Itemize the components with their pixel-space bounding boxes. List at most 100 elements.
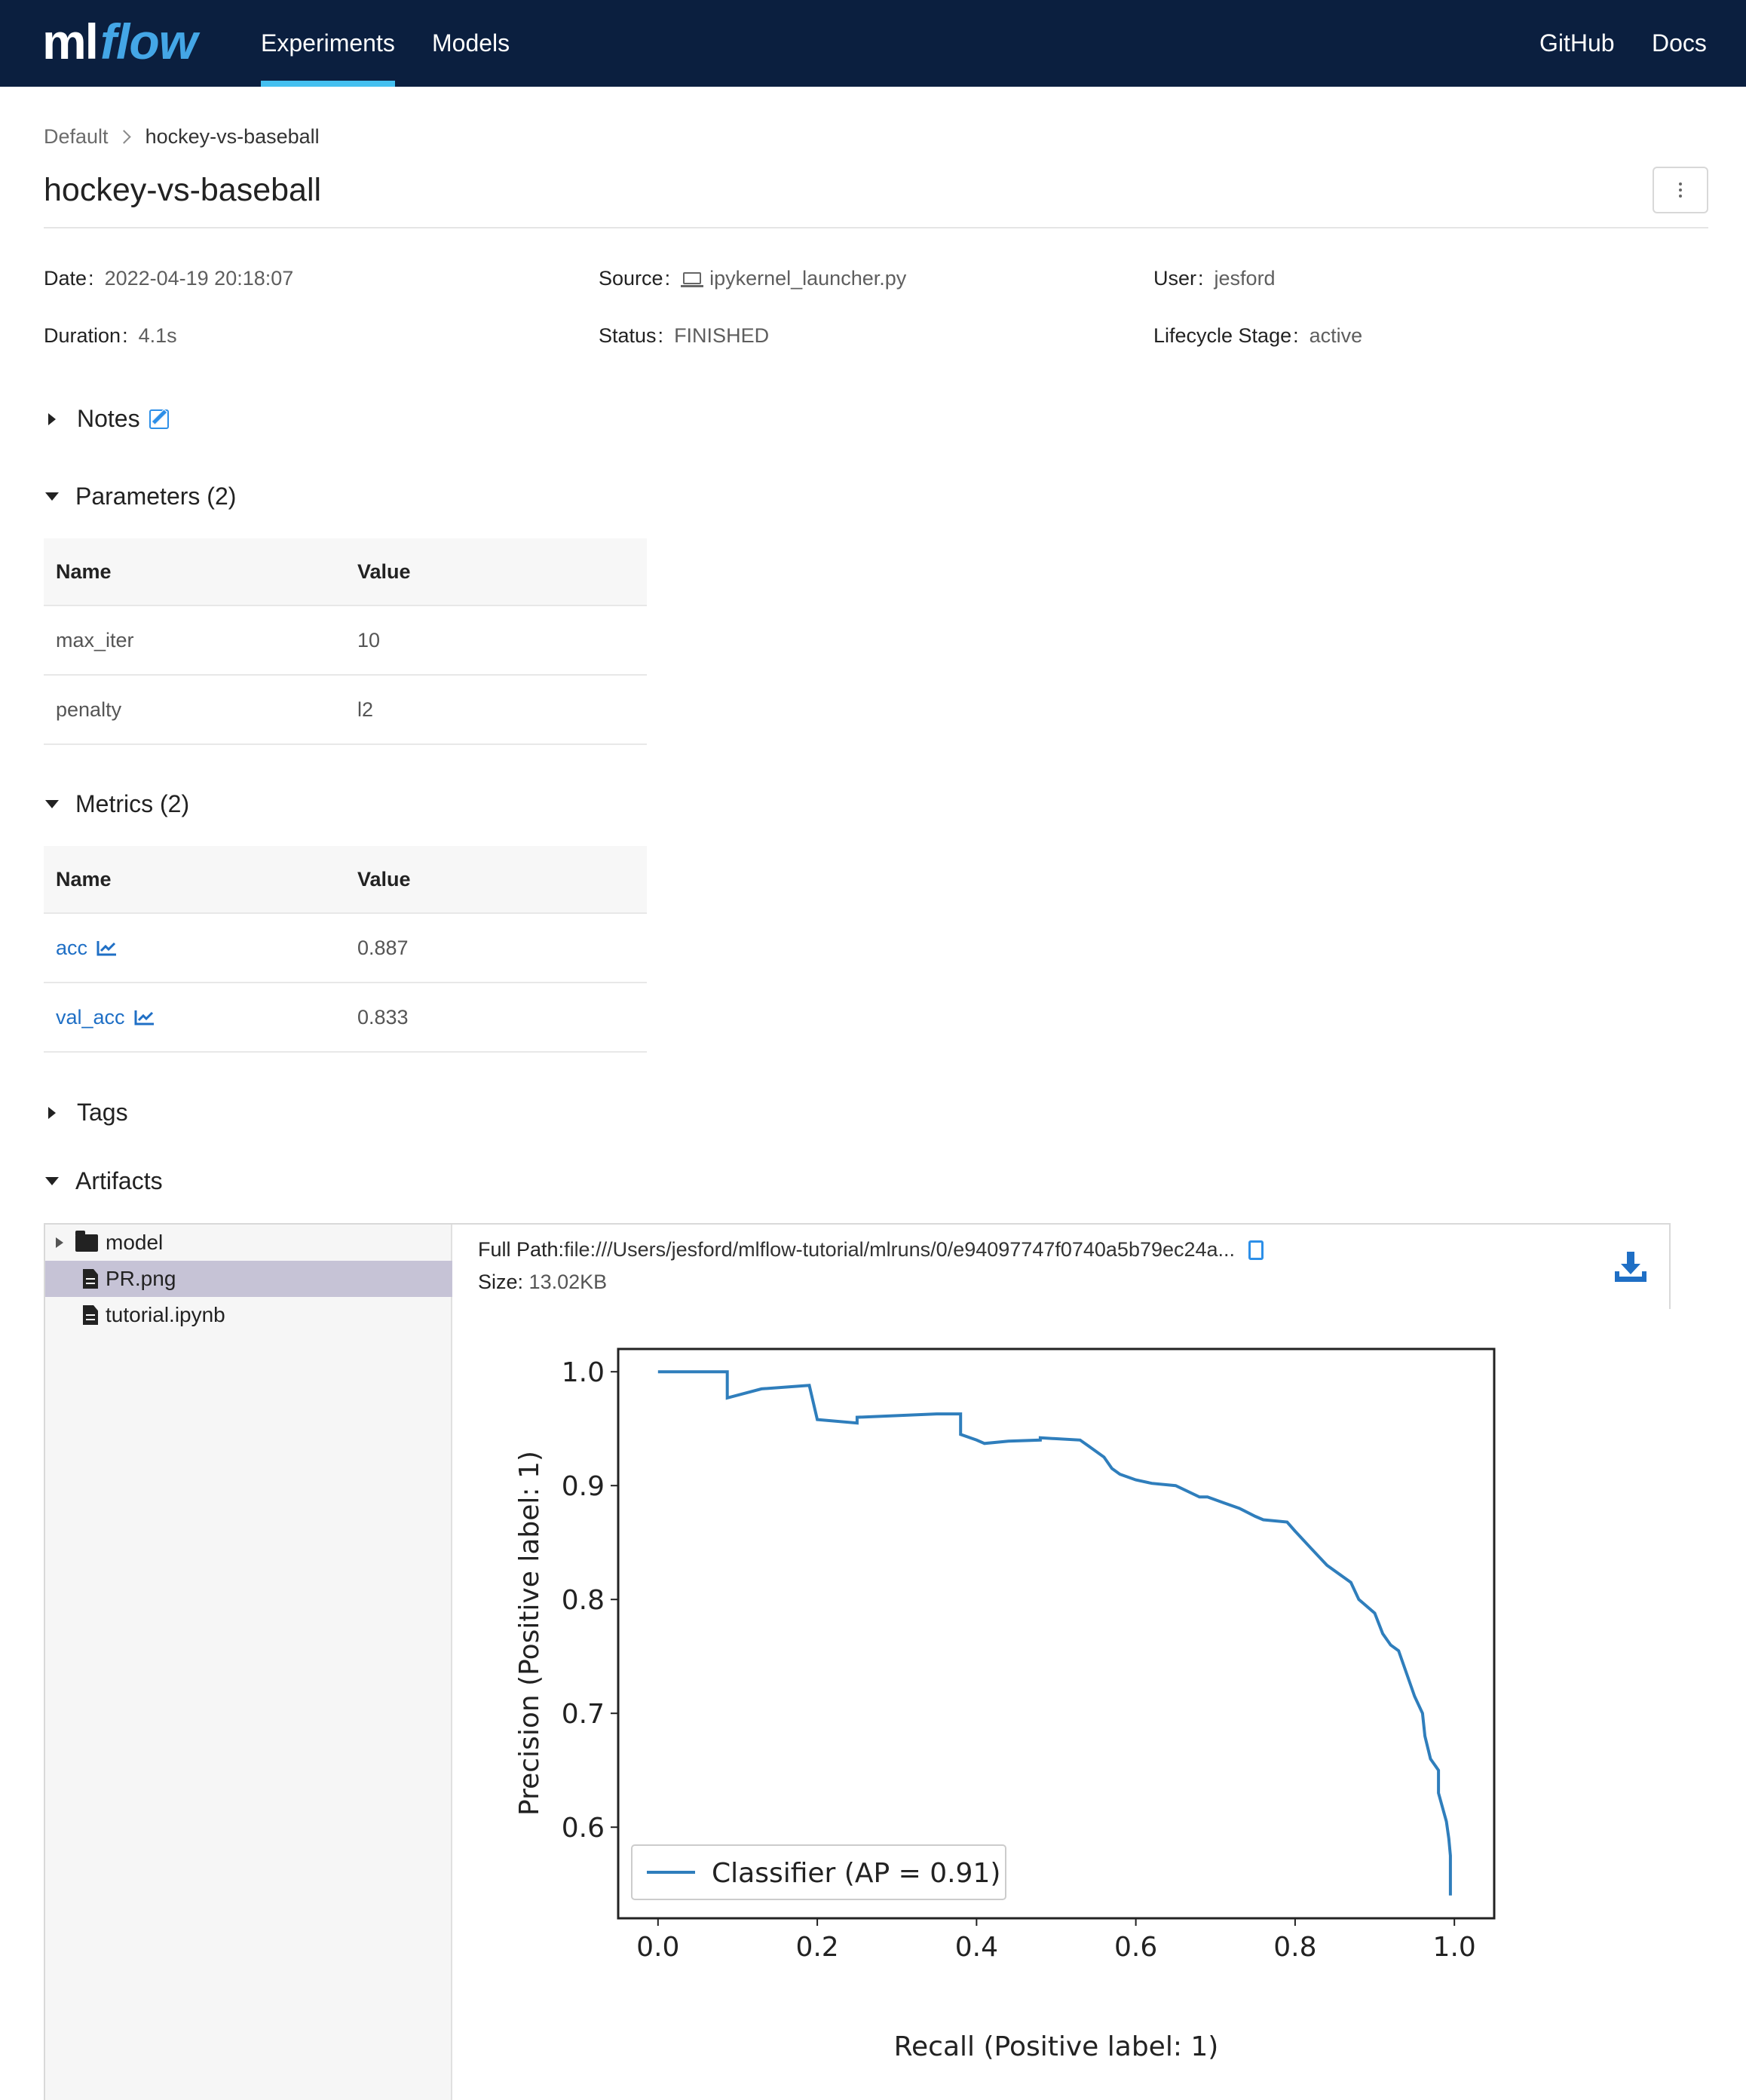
y-axis-label: Precision (Positive label: 1) [514,1451,545,1816]
x-axis-label: Recall (Positive label: 1) [894,2031,1219,2062]
param-name: max_iter [56,628,134,651]
x-tick-label: 0.4 [955,1932,998,1963]
parameters-table: Name Value max_iter 10 penalty l2 [44,538,647,745]
metric-value: 0.833 [357,1005,409,1029]
section-tags-toggle[interactable]: Tags [44,1099,128,1127]
nav-github[interactable]: GitHub [1539,0,1615,87]
breadcrumb: Default hockey-vs-baseball [44,125,320,149]
meta-colon: : [1293,324,1299,347]
meta-lifecycle: Lifecycle Stage: active [1153,324,1362,348]
caret-right-icon[interactable] [56,1237,63,1248]
size-value: 13.02KB [528,1271,608,1293]
meta-user: User: jesford [1153,267,1276,290]
line-chart-icon[interactable] [134,1009,155,1025]
meta-user-value: jesford [1214,267,1276,290]
meta-duration: Duration:4.1s [44,324,177,348]
metric-value: 0.887 [357,936,409,959]
table-row: max_iter 10 [44,606,647,676]
size-label: Size: [478,1271,524,1293]
series-line [657,1370,1452,1896]
artifact-image-preview: 0.0 0.2 0.4 0.6 0.8 1.0 0.6 0.7 0.8 0.9 1.0 Recall… [452,1309,1671,2100]
x-tick-label: 1.0 [1433,1932,1476,1963]
full-path-value: file:///Users/jesford/mlflow-tutorial/ml… [564,1238,1236,1261]
metric-link-acc[interactable]: acc [56,937,87,960]
section-metrics-toggle[interactable]: Metrics (2) [44,790,189,818]
kebab-dot-icon [1679,189,1682,192]
column-header-value[interactable]: Value [345,868,647,891]
caret-down-icon [45,1177,59,1185]
y-tick-label: 0.8 [562,1585,605,1616]
full-path-label: Full Path: [478,1238,565,1261]
y-tick-label: 0.6 [562,1813,605,1844]
nav-experiments[interactable]: Experiments [261,0,395,87]
tree-item-model[interactable]: model [45,1225,452,1261]
column-header-name[interactable]: Name [44,868,345,891]
meta-status-label: Status [599,324,657,347]
section-notes-label: Notes [77,405,140,432]
file-icon [83,1305,98,1325]
x-tick-label: 0.0 [636,1932,679,1963]
tree-item-label: model [106,1231,164,1254]
image-file-icon [83,1269,98,1289]
section-metrics-label: Metrics (2) [75,790,190,817]
section-parameters-toggle[interactable]: Parameters (2) [44,483,236,510]
mlflow-logo[interactable]: ml flow [42,8,198,75]
meta-source-value[interactable]: ipykernel_launcher.py [709,267,906,290]
more-options-button[interactable] [1653,167,1708,213]
meta-colon: : [664,267,671,290]
section-notes-toggle[interactable]: Notes [44,405,169,433]
artifact-preview-header: Full Path: file:///Users/jesford/mlflow-t… [452,1225,1671,1309]
meta-source: Source: ipykernel_launcher.py [599,267,906,290]
chevron-right-icon [116,130,131,144]
tree-item-label: PR.png [106,1267,176,1290]
nav-models[interactable]: Models [432,0,510,87]
artifact-full-path: Full Path: file:///Users/jesford/mlflow-t… [478,1238,1264,1262]
chart-legend: Classifier (AP = 0.91) [631,1844,1006,1900]
folder-icon [75,1230,98,1252]
y-tick-label: 1.0 [562,1357,605,1388]
meta-colon: : [657,324,664,347]
tree-item-tutorial-ipynb[interactable]: tutorial.ipynb [45,1297,452,1333]
line-chart-icon[interactable] [96,940,118,956]
caret-right-icon [48,1106,56,1119]
legend-label: Classifier (AP = 0.91) [712,1858,1000,1889]
metric-name-cell: acc [44,937,345,960]
section-artifacts-label: Artifacts [75,1167,163,1194]
column-header-value[interactable]: Value [345,560,647,584]
metrics-table: Name Value acc 0.887 val_acc 0.833 [44,846,647,1053]
breadcrumb-current: hockey-vs-baseball [145,125,320,148]
meta-status: Status: FINISHED [599,324,769,348]
meta-duration-value: 4.1s [138,324,177,347]
column-header-name[interactable]: Name [44,560,345,584]
meta-colon: : [88,267,94,290]
download-icon[interactable] [1613,1252,1648,1283]
metric-link-val-acc[interactable]: val_acc [56,1006,125,1029]
artifact-size: Size: 13.02KB [478,1271,607,1294]
meta-source-label: Source [599,267,663,290]
table-header: Name Value [44,538,647,606]
nav-docs[interactable]: Docs [1652,0,1707,87]
x-tick-label: 0.6 [1114,1932,1157,1963]
section-artifacts-toggle[interactable]: Artifacts [44,1167,163,1195]
pr-curve-chart: 0.0 0.2 0.4 0.6 0.8 1.0 0.6 0.7 0.8 0.9 1.0 Recall… [514,1347,1496,2062]
caret-down-icon [45,800,59,808]
tree-item-label: tutorial.ipynb [106,1303,225,1326]
meta-date-label: Date [44,267,87,290]
section-parameters-label: Parameters (2) [75,483,237,510]
edit-icon[interactable] [149,409,169,429]
meta-date: Date:2022-04-19 20:18:07 [44,267,293,290]
meta-lifecycle-value: active [1309,324,1363,347]
meta-duration-label: Duration [44,324,121,347]
table-header: Name Value [44,846,647,914]
param-value: l2 [357,697,374,721]
kebab-dot-icon [1679,195,1682,198]
laptop-icon [681,271,704,289]
y-tick-label: 0.9 [562,1471,605,1502]
table-row: val_acc 0.833 [44,983,647,1053]
plot-frame [617,1347,1496,1920]
breadcrumb-default[interactable]: Default [44,125,109,149]
meta-date-value: 2022-04-19 20:18:07 [104,267,294,290]
copy-icon[interactable] [1248,1240,1264,1260]
x-tick-label: 0.2 [795,1932,838,1963]
tree-item-pr-png[interactable]: PR.png [45,1261,452,1297]
